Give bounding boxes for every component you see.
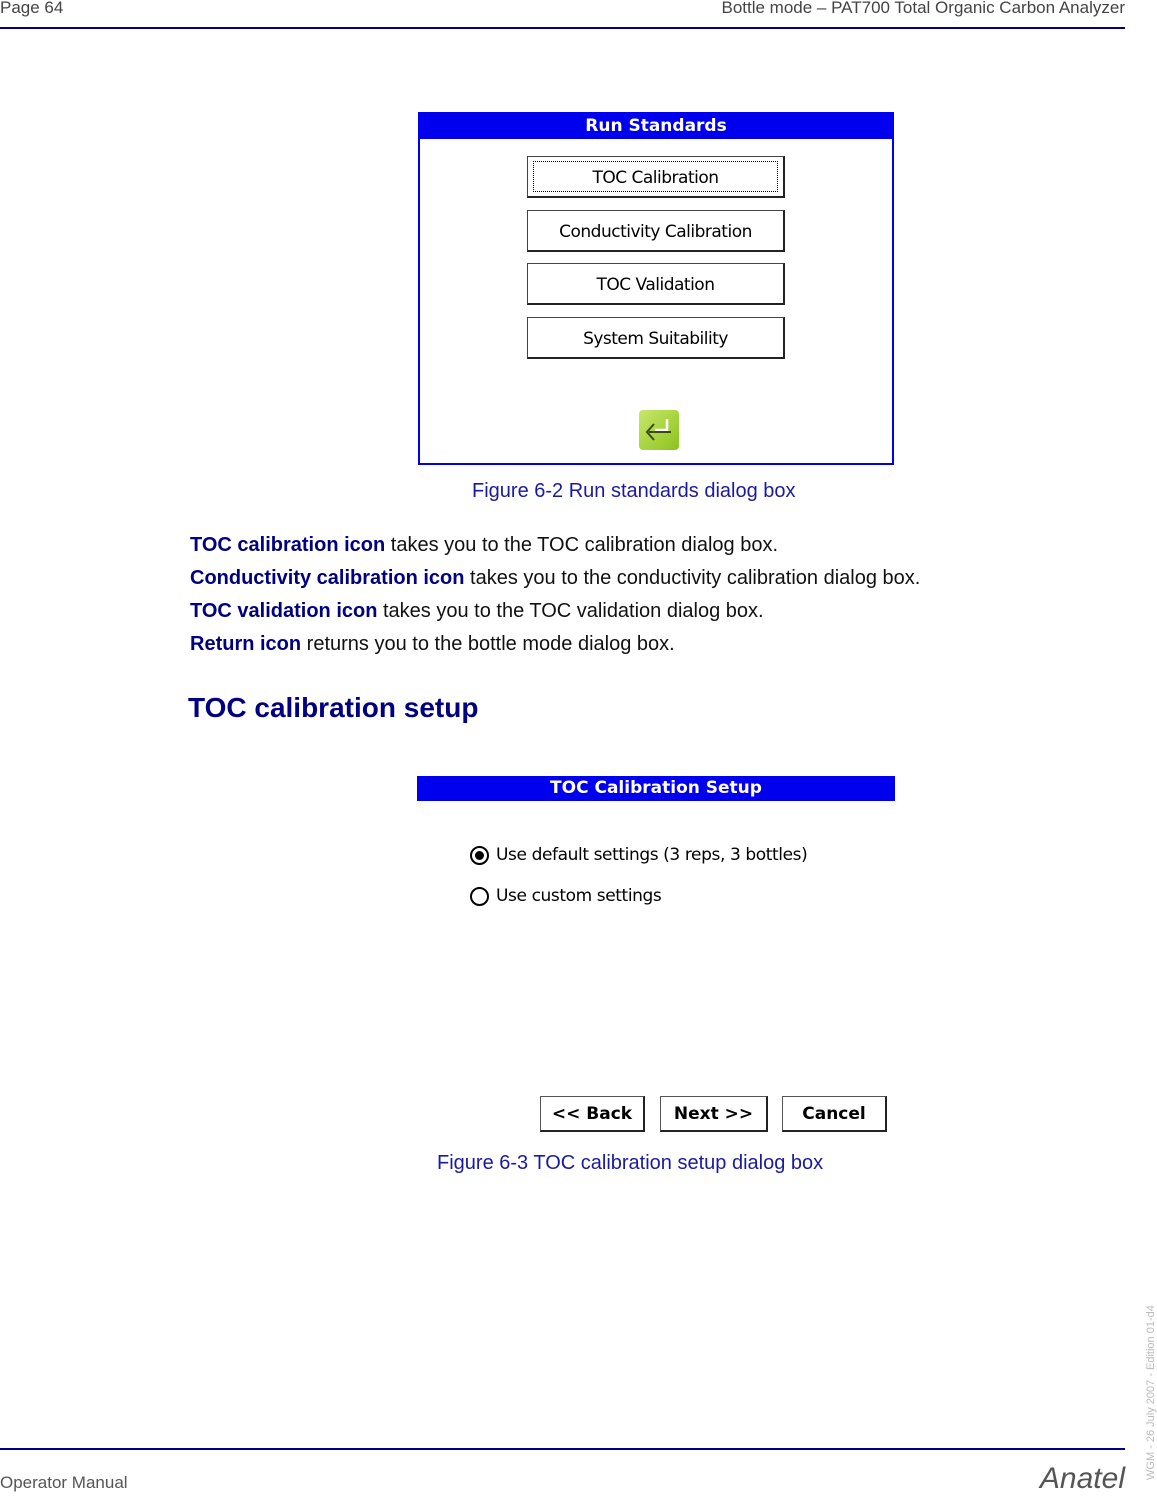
- footer-manual-name: Operator Manual: [0, 1473, 128, 1492]
- header-title: Bottle mode – PAT700 Total Organic Carbo…: [721, 0, 1125, 17]
- description-item: Conductivity calibration icon takes you …: [190, 567, 920, 590]
- button-label: Conductivity Calibration: [559, 222, 752, 242]
- next-button[interactable]: Next >>: [660, 1096, 768, 1132]
- term: Conductivity calibration icon: [190, 567, 465, 589]
- term: TOC validation icon: [190, 600, 378, 622]
- button-label: TOC Validation: [596, 275, 716, 295]
- term: TOC calibration icon: [190, 534, 386, 556]
- custom-settings-option[interactable]: Use custom settings: [470, 886, 662, 906]
- default-settings-option[interactable]: Use default settings (3 reps, 3 bottles): [470, 845, 808, 865]
- footer-rule: [0, 1448, 1125, 1450]
- back-button[interactable]: << Back: [540, 1096, 645, 1132]
- figure-caption: Figure 6-3 TOC calibration setup dialog …: [437, 1152, 824, 1174]
- description-item: Return icon returns you to the bottle mo…: [190, 633, 675, 656]
- option-label: Use custom settings: [496, 886, 662, 906]
- option-label: Use default settings (3 reps, 3 bottles): [496, 845, 808, 865]
- return-arrow-icon: [645, 419, 671, 441]
- definition: takes you to the TOC calibration dialog …: [385, 534, 779, 556]
- toc-calibration-setup-title: TOC Calibration Setup: [417, 776, 895, 801]
- definition: takes you to the conductivity calibratio…: [464, 567, 921, 589]
- figure-caption: Figure 6-2 Run standards dialog box: [472, 480, 796, 502]
- dialog-title: Run Standards: [420, 114, 892, 139]
- section-heading: TOC calibration setup: [188, 692, 479, 723]
- toc-validation-button[interactable]: TOC Validation: [527, 263, 785, 305]
- button-label: System Suitability: [583, 329, 728, 349]
- focus-ring: [533, 161, 778, 192]
- brand-logo: Anatel: [1039, 1462, 1125, 1495]
- description-item: TOC calibration icon takes you to the TO…: [190, 534, 778, 557]
- edition-note: WGM - 26 July 2007 - Edition 01-d4: [1145, 1305, 1157, 1480]
- radio-selected-icon[interactable]: [470, 845, 489, 865]
- toc-calibration-button[interactable]: TOC Calibration: [527, 156, 785, 198]
- term: Return icon: [190, 633, 302, 655]
- radio-unselected-icon[interactable]: [470, 886, 489, 906]
- cancel-button[interactable]: Cancel: [782, 1096, 887, 1132]
- description-item: TOC validation icon takes you to the TOC…: [190, 600, 764, 623]
- return-button[interactable]: [639, 410, 679, 450]
- definition: returns you to the bottle mode dialog bo…: [301, 633, 675, 655]
- header-rule: [0, 27, 1125, 29]
- definition: takes you to the TOC validation dialog b…: [377, 600, 764, 622]
- system-suitability-button[interactable]: System Suitability: [527, 317, 785, 359]
- page-number: Page 64: [0, 0, 64, 17]
- run-standards-dialog: Run Standards TOC Calibration Conductivi…: [418, 112, 894, 465]
- conductivity-calibration-button[interactable]: Conductivity Calibration: [527, 210, 785, 252]
